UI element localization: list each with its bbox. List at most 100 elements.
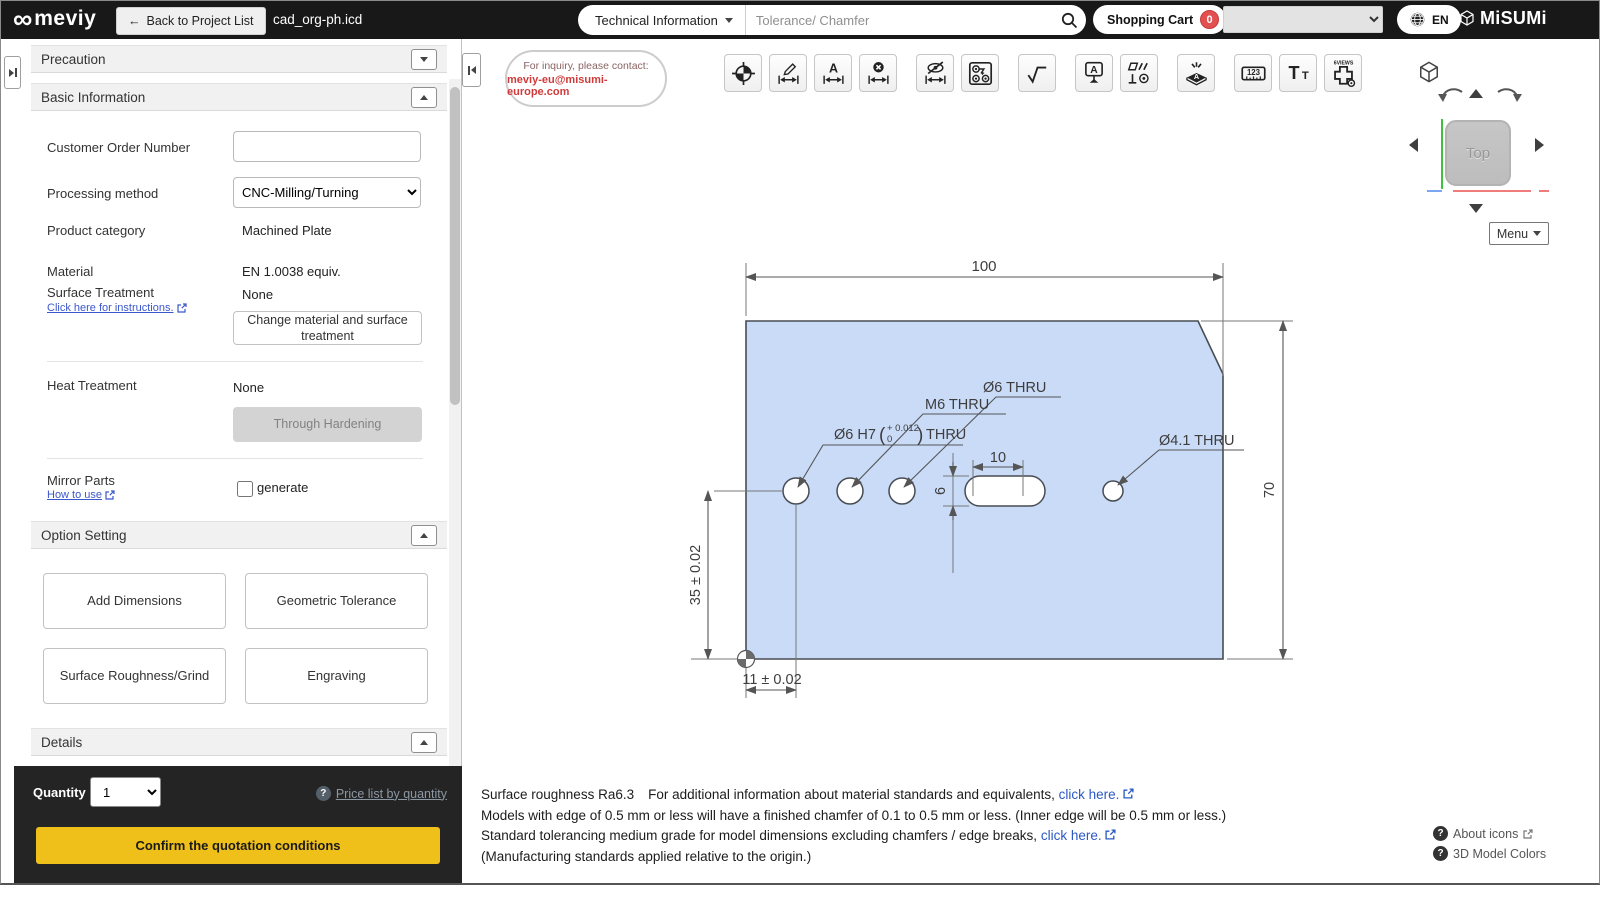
engraving-sign-button[interactable]: A xyxy=(1075,54,1113,92)
processing-method-select[interactable]: CNC-Milling/Turning xyxy=(233,177,421,208)
sign-letter-icon: A xyxy=(1085,61,1103,83)
meviy-logo[interactable]: ∞ meviy xyxy=(13,5,96,33)
edit-dimension-button[interactable] xyxy=(769,54,807,92)
language-selector[interactable]: EN xyxy=(1397,5,1461,34)
quantity-label: Quantity xyxy=(33,785,86,800)
slot-hole[interactable] xyxy=(964,475,1046,507)
scrollbar-thumb[interactable] xyxy=(450,87,460,405)
surface-roughness-button[interactable]: Surface Roughness/Grind xyxy=(43,648,226,704)
datum-origin-button[interactable] xyxy=(724,54,762,92)
laser-marking-icon: A xyxy=(1185,61,1207,86)
viewer-collapse-tab[interactable] xyxy=(462,53,481,87)
engraving-button[interactable]: Engraving xyxy=(245,648,428,704)
svg-text:Ø6 H7: Ø6 H7 xyxy=(834,427,876,443)
mirror-how-to-use-link[interactable]: How to use xyxy=(47,489,115,501)
text-size-icon: TT xyxy=(1288,63,1308,83)
triangle-right-icon xyxy=(8,68,14,77)
options-collapse-button[interactable] xyxy=(411,524,437,546)
shopping-cart-button[interactable]: Shopping Cart 0 xyxy=(1093,5,1227,34)
geometric-tolerance-button[interactable]: Geometric Tolerance xyxy=(245,573,428,629)
surface-instructions-link[interactable]: Click here for instructions. xyxy=(47,302,187,314)
mirror-generate-checkbox[interactable] xyxy=(237,481,253,497)
customer-order-input[interactable] xyxy=(233,131,421,162)
hole-d6-h7[interactable] xyxy=(782,477,810,505)
dim-6[interactable]: 6 xyxy=(933,487,949,495)
label-m6-thru[interactable]: M6 THRU xyxy=(925,397,989,413)
hole-m6[interactable] xyxy=(836,477,864,505)
product-category-label: Product category xyxy=(47,223,146,238)
dim-11[interactable]: 11 ± 0.02 xyxy=(742,672,801,688)
tolerancing-link[interactable]: click here. xyxy=(1041,828,1117,843)
svg-text:A: A xyxy=(828,61,837,75)
delete-dimension-button[interactable] xyxy=(859,54,897,92)
geometric-tolerance-tool-button[interactable] xyxy=(1120,54,1158,92)
svg-text:123: 123 xyxy=(1246,68,1260,77)
text-size-button[interactable]: TT xyxy=(1279,54,1317,92)
contact-line: For inquiry, please contact: xyxy=(523,59,649,72)
svg-text:T: T xyxy=(1301,70,1308,82)
dim-10[interactable]: 10 xyxy=(990,450,1006,466)
chevron-up-icon xyxy=(420,739,428,745)
misumi-brand[interactable]: MiSUMi xyxy=(1459,8,1547,29)
misumi-cube-icon xyxy=(1460,10,1474,26)
search-scope-dropdown[interactable]: Technical Information xyxy=(578,5,746,35)
confirm-quotation-button[interactable]: Confirm the quotation conditions xyxy=(36,827,440,864)
hole-recognition-button[interactable] xyxy=(961,54,999,92)
section-option-setting[interactable]: Option Setting xyxy=(31,521,447,549)
cad-drawing[interactable]: 100 70 35 ± 0.02 11 ± 0.02 10 6 Ø6 THRU … xyxy=(463,101,1585,761)
dim-100[interactable]: 100 xyxy=(971,258,996,275)
price-list-link[interactable]: ? Price list by quantity xyxy=(315,786,447,801)
search-input[interactable] xyxy=(745,12,1052,28)
label-d6-thru[interactable]: Ø6 THRU xyxy=(983,380,1046,396)
section-options-label: Option Setting xyxy=(41,527,127,543)
section-details[interactable]: Details xyxy=(31,728,447,756)
details-collapse-button[interactable] xyxy=(411,731,437,753)
origin-datum-symbol[interactable] xyxy=(736,649,756,669)
hide-dimension-button[interactable] xyxy=(916,54,954,92)
model-colors-link[interactable]: ? 3D Model Colors xyxy=(1433,846,1546,861)
external-link-icon xyxy=(1105,829,1116,840)
contact-email[interactable]: meviy-eu@misumi-europe.com xyxy=(507,74,665,98)
svg-text:+ 0.012: + 0.012 xyxy=(887,423,919,434)
precaution-expand-button[interactable] xyxy=(411,48,437,70)
dim-70[interactable]: 70 xyxy=(1262,482,1278,498)
quantity-select[interactable]: 1 xyxy=(90,777,161,807)
chevron-down-icon xyxy=(420,56,428,62)
add-dimensions-button[interactable]: Add Dimensions xyxy=(43,573,226,629)
laser-marking-button[interactable]: A xyxy=(1177,54,1215,92)
label-d41-thru[interactable]: Ø4.1 THRU xyxy=(1159,433,1234,449)
quotation-footer: Quantity 1 ? Price list by quantity Conf… xyxy=(14,766,462,883)
file-name: cad_org-ph.icd xyxy=(273,12,363,27)
panel-scrollbar[interactable] xyxy=(449,79,461,806)
surface-roughness-tool-button[interactable] xyxy=(1018,54,1056,92)
six-views-button[interactable]: 6VIEWS xyxy=(1324,54,1362,92)
about-icons-link[interactable]: ? About icons xyxy=(1433,826,1546,841)
material-label: Material xyxy=(47,264,94,279)
section-basic-information[interactable]: Basic Information xyxy=(31,83,447,111)
svg-text:0: 0 xyxy=(887,434,892,445)
section-precaution[interactable]: Precaution xyxy=(31,45,447,73)
header-empty-dropdown[interactable] xyxy=(1223,6,1383,33)
six-views-icon: 6VIEWS xyxy=(1333,60,1355,87)
search-icon[interactable] xyxy=(1052,12,1086,29)
hole-d6[interactable] xyxy=(888,477,916,505)
section-basic-label: Basic Information xyxy=(41,89,146,105)
rotate-up-arrow[interactable] xyxy=(1469,89,1483,98)
edit-dimension-icon xyxy=(777,62,799,84)
back-to-project-list-button[interactable]: ← Back to Project List xyxy=(116,7,266,35)
measurement-button[interactable]: 123 xyxy=(1234,54,1272,92)
note-line-1: Surface roughness Ra6.3 For additional in… xyxy=(481,785,1226,806)
external-link-icon xyxy=(1123,788,1134,799)
panel-expand-tab[interactable] xyxy=(4,56,21,89)
model-colors-text: 3D Model Colors xyxy=(1453,846,1547,861)
price-list-link-text: Price list by quantity xyxy=(335,786,447,801)
through-hardening-button[interactable]: Through Hardening xyxy=(233,407,422,442)
back-button-label: Back to Project List xyxy=(146,14,254,28)
cube-outline-icon[interactable] xyxy=(1418,61,1440,83)
dim-35[interactable]: 35 ± 0.02 xyxy=(688,545,704,605)
basic-collapse-button[interactable] xyxy=(411,86,437,108)
svg-text:A: A xyxy=(1090,65,1098,76)
change-material-button[interactable]: Change material and surface treatment xyxy=(233,311,422,345)
text-dimension-button[interactable]: A xyxy=(814,54,852,92)
material-standards-link[interactable]: click here. xyxy=(1059,787,1135,802)
